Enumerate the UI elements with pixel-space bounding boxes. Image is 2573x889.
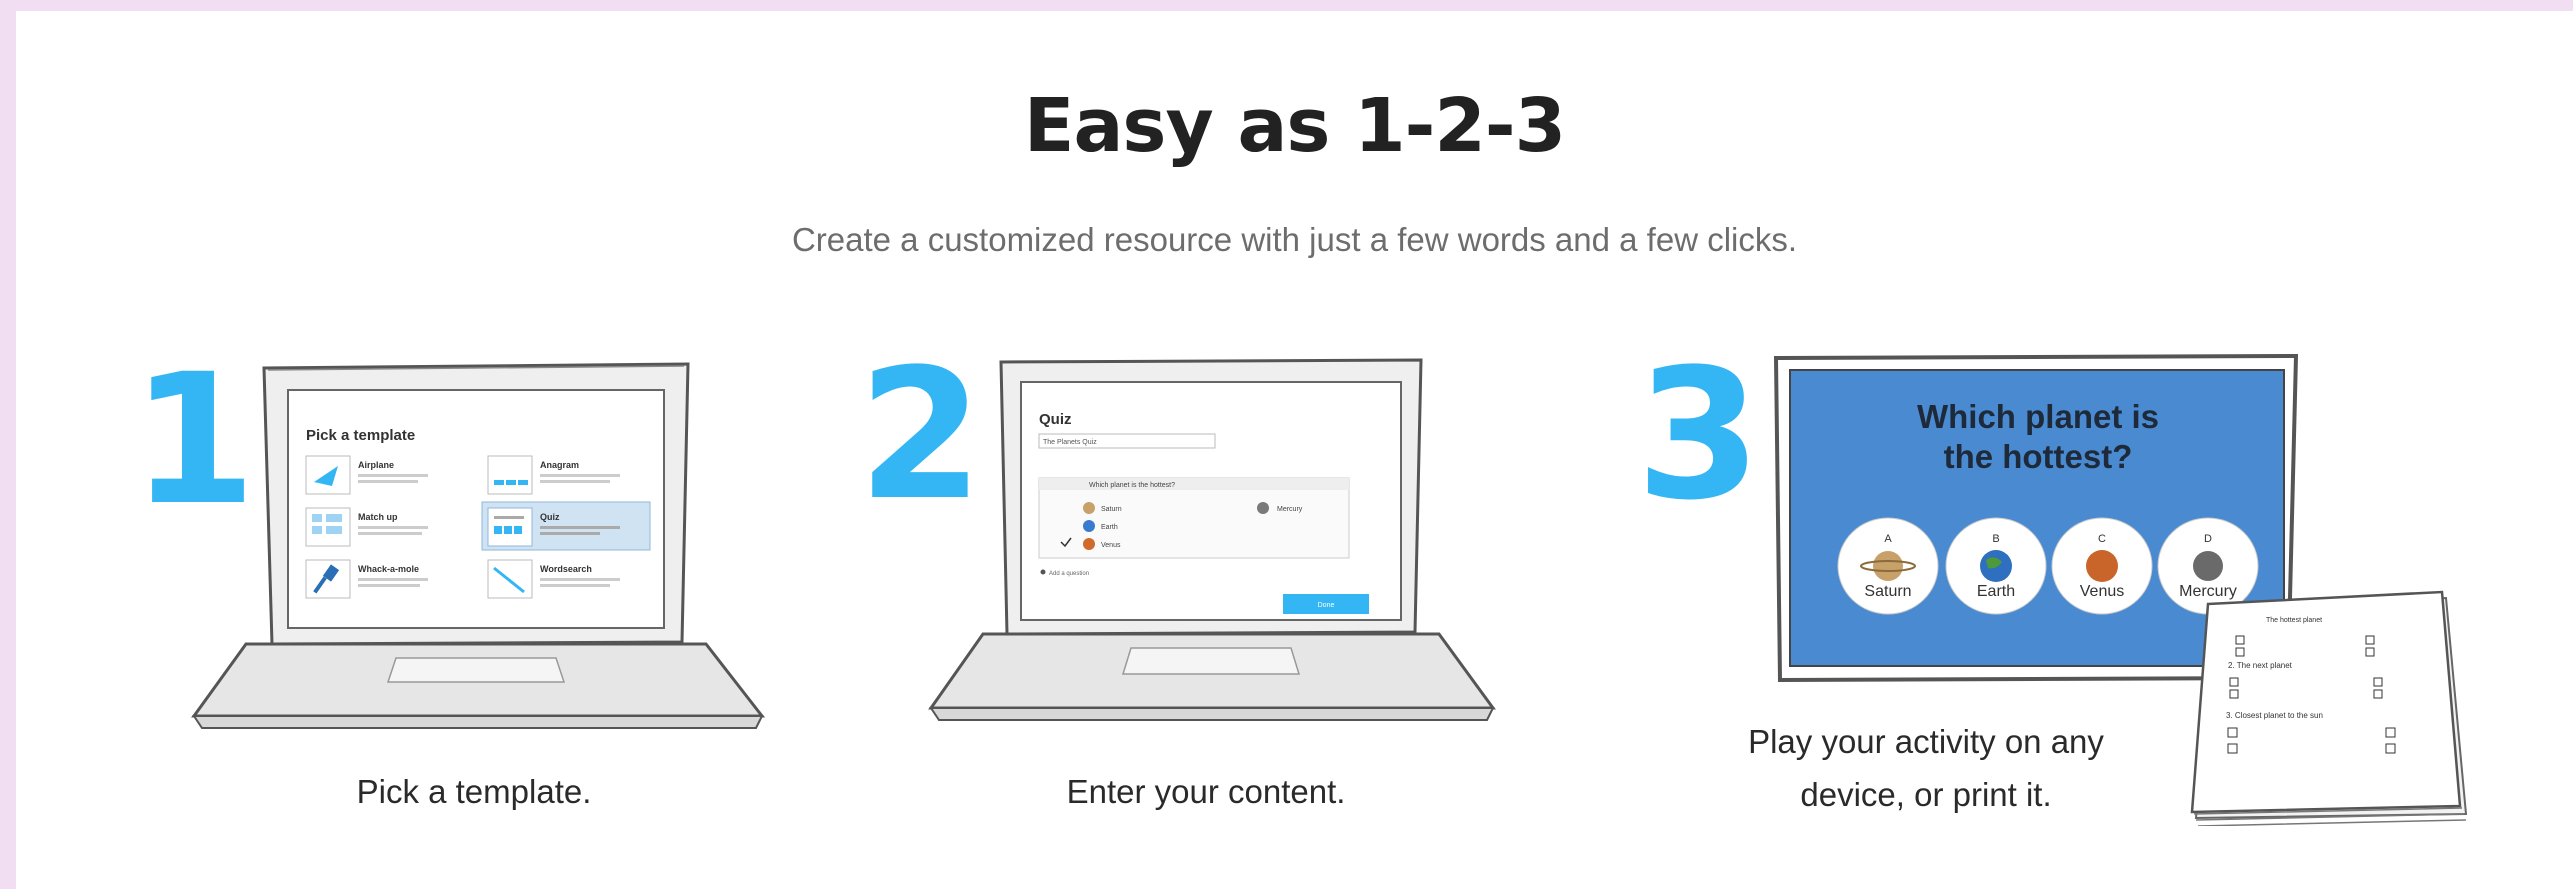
template-wordsearch-name: Wordsearch xyxy=(540,564,592,574)
svg-text:Saturn: Saturn xyxy=(1864,583,1911,600)
svg-text:3. Closest planet to the sun: 3. Closest planet to the sun xyxy=(2226,711,2323,720)
page-subtitle: Create a customized resource with just a… xyxy=(791,221,1798,258)
anagram-icon xyxy=(518,480,528,485)
step-2-caption: Enter your content. xyxy=(1066,773,1346,810)
answer-option-b: B Earth xyxy=(1945,517,2047,615)
template-quiz-name: Quiz xyxy=(540,512,560,522)
laptop-illustration-2: Quiz The Planets Quiz Which planet is th… xyxy=(928,358,1496,721)
template-anagram-name: Anagram xyxy=(540,460,579,470)
svg-text:2. The next planet: 2. The next planet xyxy=(2228,661,2293,670)
content-card: Easy as 1-2-3 Create a customized resour… xyxy=(16,11,2573,889)
svg-text:A: A xyxy=(1884,533,1892,545)
answer-option-a: A Saturn xyxy=(1837,517,1939,615)
add-question-label: Add a question xyxy=(1049,571,1089,577)
answer-saturn: Saturn xyxy=(1101,506,1122,513)
page-title: Easy as 1-2-3 xyxy=(1023,83,1566,169)
answer-earth: Earth xyxy=(1101,524,1118,531)
svg-text:Mercury: Mercury xyxy=(2179,583,2237,600)
answer-option-c: C Venus xyxy=(2051,517,2153,615)
template-airplane-name: Airplane xyxy=(358,460,394,470)
step-3-number: 3 xyxy=(1636,331,1762,540)
svg-text:D: D xyxy=(2204,533,2212,545)
svg-text:C: C xyxy=(2098,533,2106,545)
add-icon xyxy=(1040,569,1046,575)
template-match-up-name: Match up xyxy=(358,512,398,522)
done-button-label: Done xyxy=(1318,602,1335,609)
svg-text:The hottest planet: The hottest planet xyxy=(2266,617,2322,624)
laptop-illustration-1: Pick a template Airplane Anagram Match u… xyxy=(191,362,766,729)
screen3-question-line2: the hottest? xyxy=(1944,438,2133,475)
svg-text:Venus: Venus xyxy=(2080,583,2124,600)
question-text: Which planet is the hottest? xyxy=(1089,482,1175,489)
step-1-caption: Pick a template. xyxy=(356,773,592,810)
svg-text:B: B xyxy=(1992,533,1999,545)
svg-text:Earth: Earth xyxy=(1977,583,2015,600)
answer-option-d: D Mercury xyxy=(2157,517,2259,615)
step-3-caption: Play your activity on any device, or pri… xyxy=(1748,723,2104,813)
screen3-question-line1: Which planet is xyxy=(1917,398,2159,435)
quiz-title-value: The Planets Quiz xyxy=(1043,439,1097,446)
answer-mercury: Mercury xyxy=(1277,506,1303,513)
template-whack-a-mole-name: Whack-a-mole xyxy=(358,564,419,574)
printed-worksheet: The hottest planet 2. The next planet 3.… xyxy=(2190,590,2468,826)
screen1-heading: Pick a template xyxy=(306,427,415,444)
screen2-heading: Quiz xyxy=(1039,411,1072,428)
answer-venus: Venus xyxy=(1101,542,1121,549)
